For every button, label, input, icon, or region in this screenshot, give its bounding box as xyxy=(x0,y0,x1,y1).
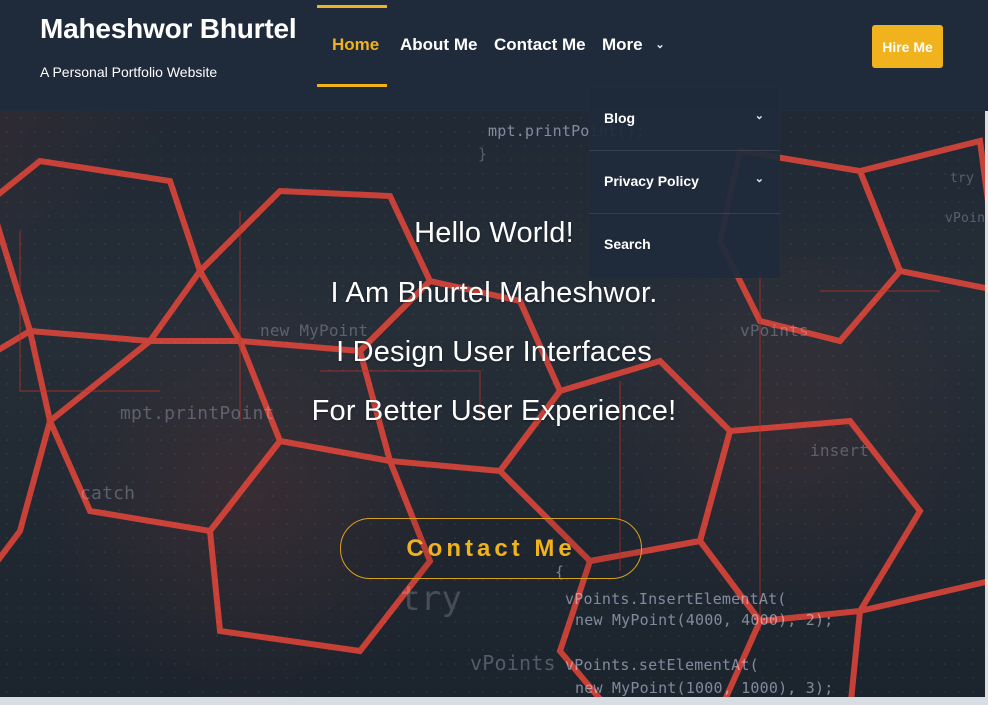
dropdown-item-privacy-policy[interactable]: Privacy Policy ⌄ xyxy=(589,151,780,214)
active-nav-indicator-top xyxy=(317,5,387,8)
more-dropdown: Blog ⌄ Privacy Policy ⌄ Search xyxy=(589,88,780,278)
site-header: Maheshwor Bhurtel A Personal Portfolio W… xyxy=(0,0,988,111)
nav-more-link[interactable]: More ⌄ xyxy=(602,35,665,55)
site-title: Maheshwor Bhurtel xyxy=(40,13,297,44)
contact-me-button[interactable]: Contact Me xyxy=(340,518,642,579)
dropdown-item-label: Privacy Policy xyxy=(604,173,699,189)
hero-intro: I Am Bhurtel Maheshwor. xyxy=(330,277,658,309)
nav-about-link[interactable]: About Me xyxy=(400,35,477,55)
dropdown-item-blog[interactable]: Blog ⌄ xyxy=(589,88,780,151)
chevron-down-icon: ⌄ xyxy=(655,39,665,51)
hero-greeting: Hello World! xyxy=(414,217,574,249)
hero-role: I Design User Interfaces xyxy=(336,336,652,368)
site-subtitle: A Personal Portfolio Website xyxy=(40,64,218,80)
dropdown-item-label: Blog xyxy=(604,110,636,126)
nav-contact-link[interactable]: Contact Me xyxy=(494,35,586,55)
hire-me-button[interactable]: Hire Me xyxy=(872,25,943,68)
dropdown-item-label: Search xyxy=(604,236,651,252)
page: mpt.printPoint(); } try { vPoints.Insert… xyxy=(0,0,988,705)
hero-tagline: For Better User Experience! xyxy=(311,395,677,427)
chevron-down-icon: ⌄ xyxy=(754,110,764,122)
chevron-down-icon: ⌄ xyxy=(754,173,764,185)
hero-section: Hello World! I Am Bhurtel Maheshwor. I D… xyxy=(0,111,988,705)
nav-home-link[interactable]: Home xyxy=(332,35,379,55)
nav-more-label: More xyxy=(602,35,643,54)
dropdown-item-search[interactable]: Search xyxy=(589,214,780,277)
active-nav-indicator-bottom xyxy=(317,84,387,87)
bottom-browser-strip xyxy=(0,697,988,705)
